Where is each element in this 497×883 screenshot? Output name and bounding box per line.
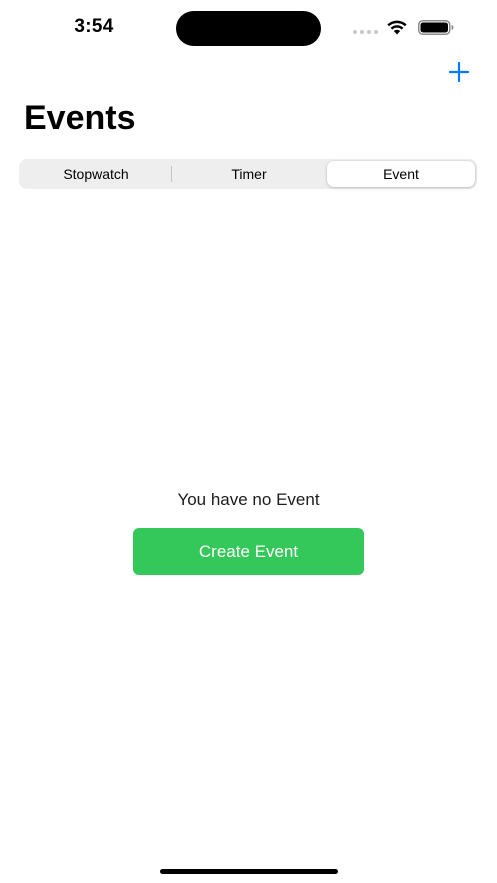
create-event-button[interactable]: Create Event	[133, 528, 364, 575]
empty-state-message: You have no Event	[177, 490, 320, 509]
page-title: Events	[24, 99, 136, 137]
segment-divider	[171, 166, 172, 182]
segment-event[interactable]: Event	[327, 161, 475, 187]
home-indicator[interactable]	[160, 869, 338, 874]
dynamic-island	[176, 11, 321, 46]
status-time: 3:54	[74, 16, 114, 37]
segment-timer[interactable]: Timer	[173, 161, 325, 187]
cellular-signal-icon	[353, 30, 379, 34]
plus-icon	[448, 61, 470, 83]
add-event-button[interactable]	[444, 58, 474, 88]
segment-stopwatch[interactable]: Stopwatch	[21, 161, 171, 187]
wifi-icon	[387, 20, 407, 35]
status-bar: 3:54	[0, 0, 497, 56]
battery-icon	[418, 20, 454, 35]
segmented-control: Stopwatch Timer Event	[19, 159, 477, 189]
